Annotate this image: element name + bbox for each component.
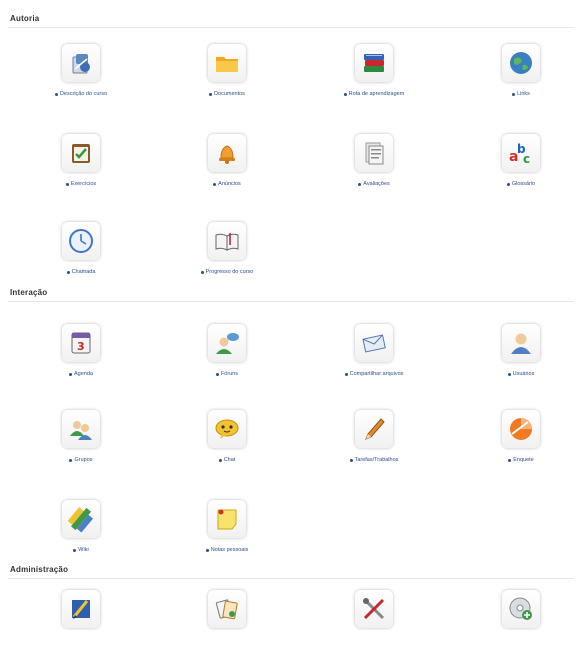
section-divider [8,578,574,579]
tool-label[interactable]: Descrição do curso [60,91,107,97]
envelope-icon [355,324,393,362]
tool-label[interactable]: Grupos [74,457,92,463]
open-book-icon [208,222,246,260]
tool-glossary[interactable]: abc Glossário [456,134,582,198]
group-icon [62,410,100,448]
section-title-interacao: Interação [10,288,48,297]
tool-label[interactable]: Anúncios [218,181,241,187]
abc-letters-icon: abc [502,134,540,172]
pencil-icon [355,410,393,448]
tool-label[interactable]: Agenda [74,371,93,377]
tool-label[interactable]: Wiki [78,547,88,553]
tool-links[interactable]: Links [456,44,582,108]
tool-label[interactable]: Glossário [512,181,535,187]
section-divider [8,301,574,302]
tool-course-progress[interactable]: Progresso do curso [162,222,292,286]
tool-admin-tools[interactable] [309,590,439,654]
globe-icon [502,44,540,82]
tool-exercises[interactable]: Exercícios [16,134,146,198]
tool-agenda[interactable]: 3 Agenda [16,324,146,388]
tool-personal-notes[interactable]: Notas pessoais [162,500,292,564]
tool-label[interactable]: Chat [224,457,236,463]
section-title-administracao: Administração [10,565,69,574]
tool-admin-disc[interactable] [456,590,582,654]
tool-label[interactable]: Tarefas/Trabalhos [355,457,399,463]
tool-share-files[interactable]: Compartilhar arquivos [309,324,439,388]
bell-icon [208,134,246,172]
tool-attendance[interactable]: Chamada [16,222,146,286]
cards-icon [208,590,246,628]
course-description-icon [62,44,100,82]
settings-pen-icon [62,590,100,628]
document-icon [355,134,393,172]
section-divider [8,27,574,28]
tool-label[interactable]: Notas pessoais [211,547,249,553]
tools-icon [355,590,393,628]
tool-label[interactable]: Usuários [513,371,535,377]
tool-wiki[interactable]: Wiki [16,500,146,564]
tool-users[interactable]: Usuários [456,324,582,388]
tool-assignments[interactable]: Tarefas/Trabalhos [309,410,439,474]
tool-forums[interactable]: Fóruns [162,324,292,388]
tool-label[interactable]: Compartilhar arquivos [350,371,404,377]
sticky-note-icon [208,500,246,538]
tool-label[interactable]: Enquete [513,457,534,463]
tool-label[interactable]: Documentos [214,91,245,97]
wiki-colors-icon [62,500,100,538]
tool-label[interactable]: Rota de aprendizagem [349,91,405,97]
tool-announcements[interactable]: Anúncios [162,134,292,198]
tool-label[interactable]: Fóruns [221,371,238,377]
tool-course-description[interactable]: Descrição do curso [16,44,146,108]
tool-learning-path[interactable]: Rota de aprendizagem [309,44,439,108]
tool-label[interactable]: Avaliações [363,181,390,187]
calendar-icon: 3 [62,324,100,362]
tool-admin-cards[interactable] [162,590,292,654]
books-icon [355,44,393,82]
tool-documents[interactable]: Documentos [162,44,292,108]
tool-survey[interactable]: Enquete [456,410,582,474]
svg-text:c: c [523,152,530,166]
tool-groups[interactable]: Grupos [16,410,146,474]
clock-icon [62,222,100,260]
user-icon [502,324,540,362]
clipboard-check-icon [62,134,100,172]
tool-label[interactable]: Progresso do curso [206,269,254,275]
folder-icon [208,44,246,82]
section-title-autoria: Autoria [10,14,40,23]
disc-add-icon [502,590,540,628]
svg-text:3: 3 [77,340,85,353]
tool-evaluations[interactable]: Avaliações [309,134,439,198]
tool-label[interactable]: Exercícios [71,181,96,187]
survey-icon [502,410,540,448]
chat-icon [208,410,246,448]
tool-chat[interactable]: Chat [162,410,292,474]
tool-label[interactable]: Links [517,91,530,97]
forum-users-icon [208,324,246,362]
tool-label[interactable]: Chamada [72,269,96,275]
tool-admin-settings[interactable] [16,590,146,654]
